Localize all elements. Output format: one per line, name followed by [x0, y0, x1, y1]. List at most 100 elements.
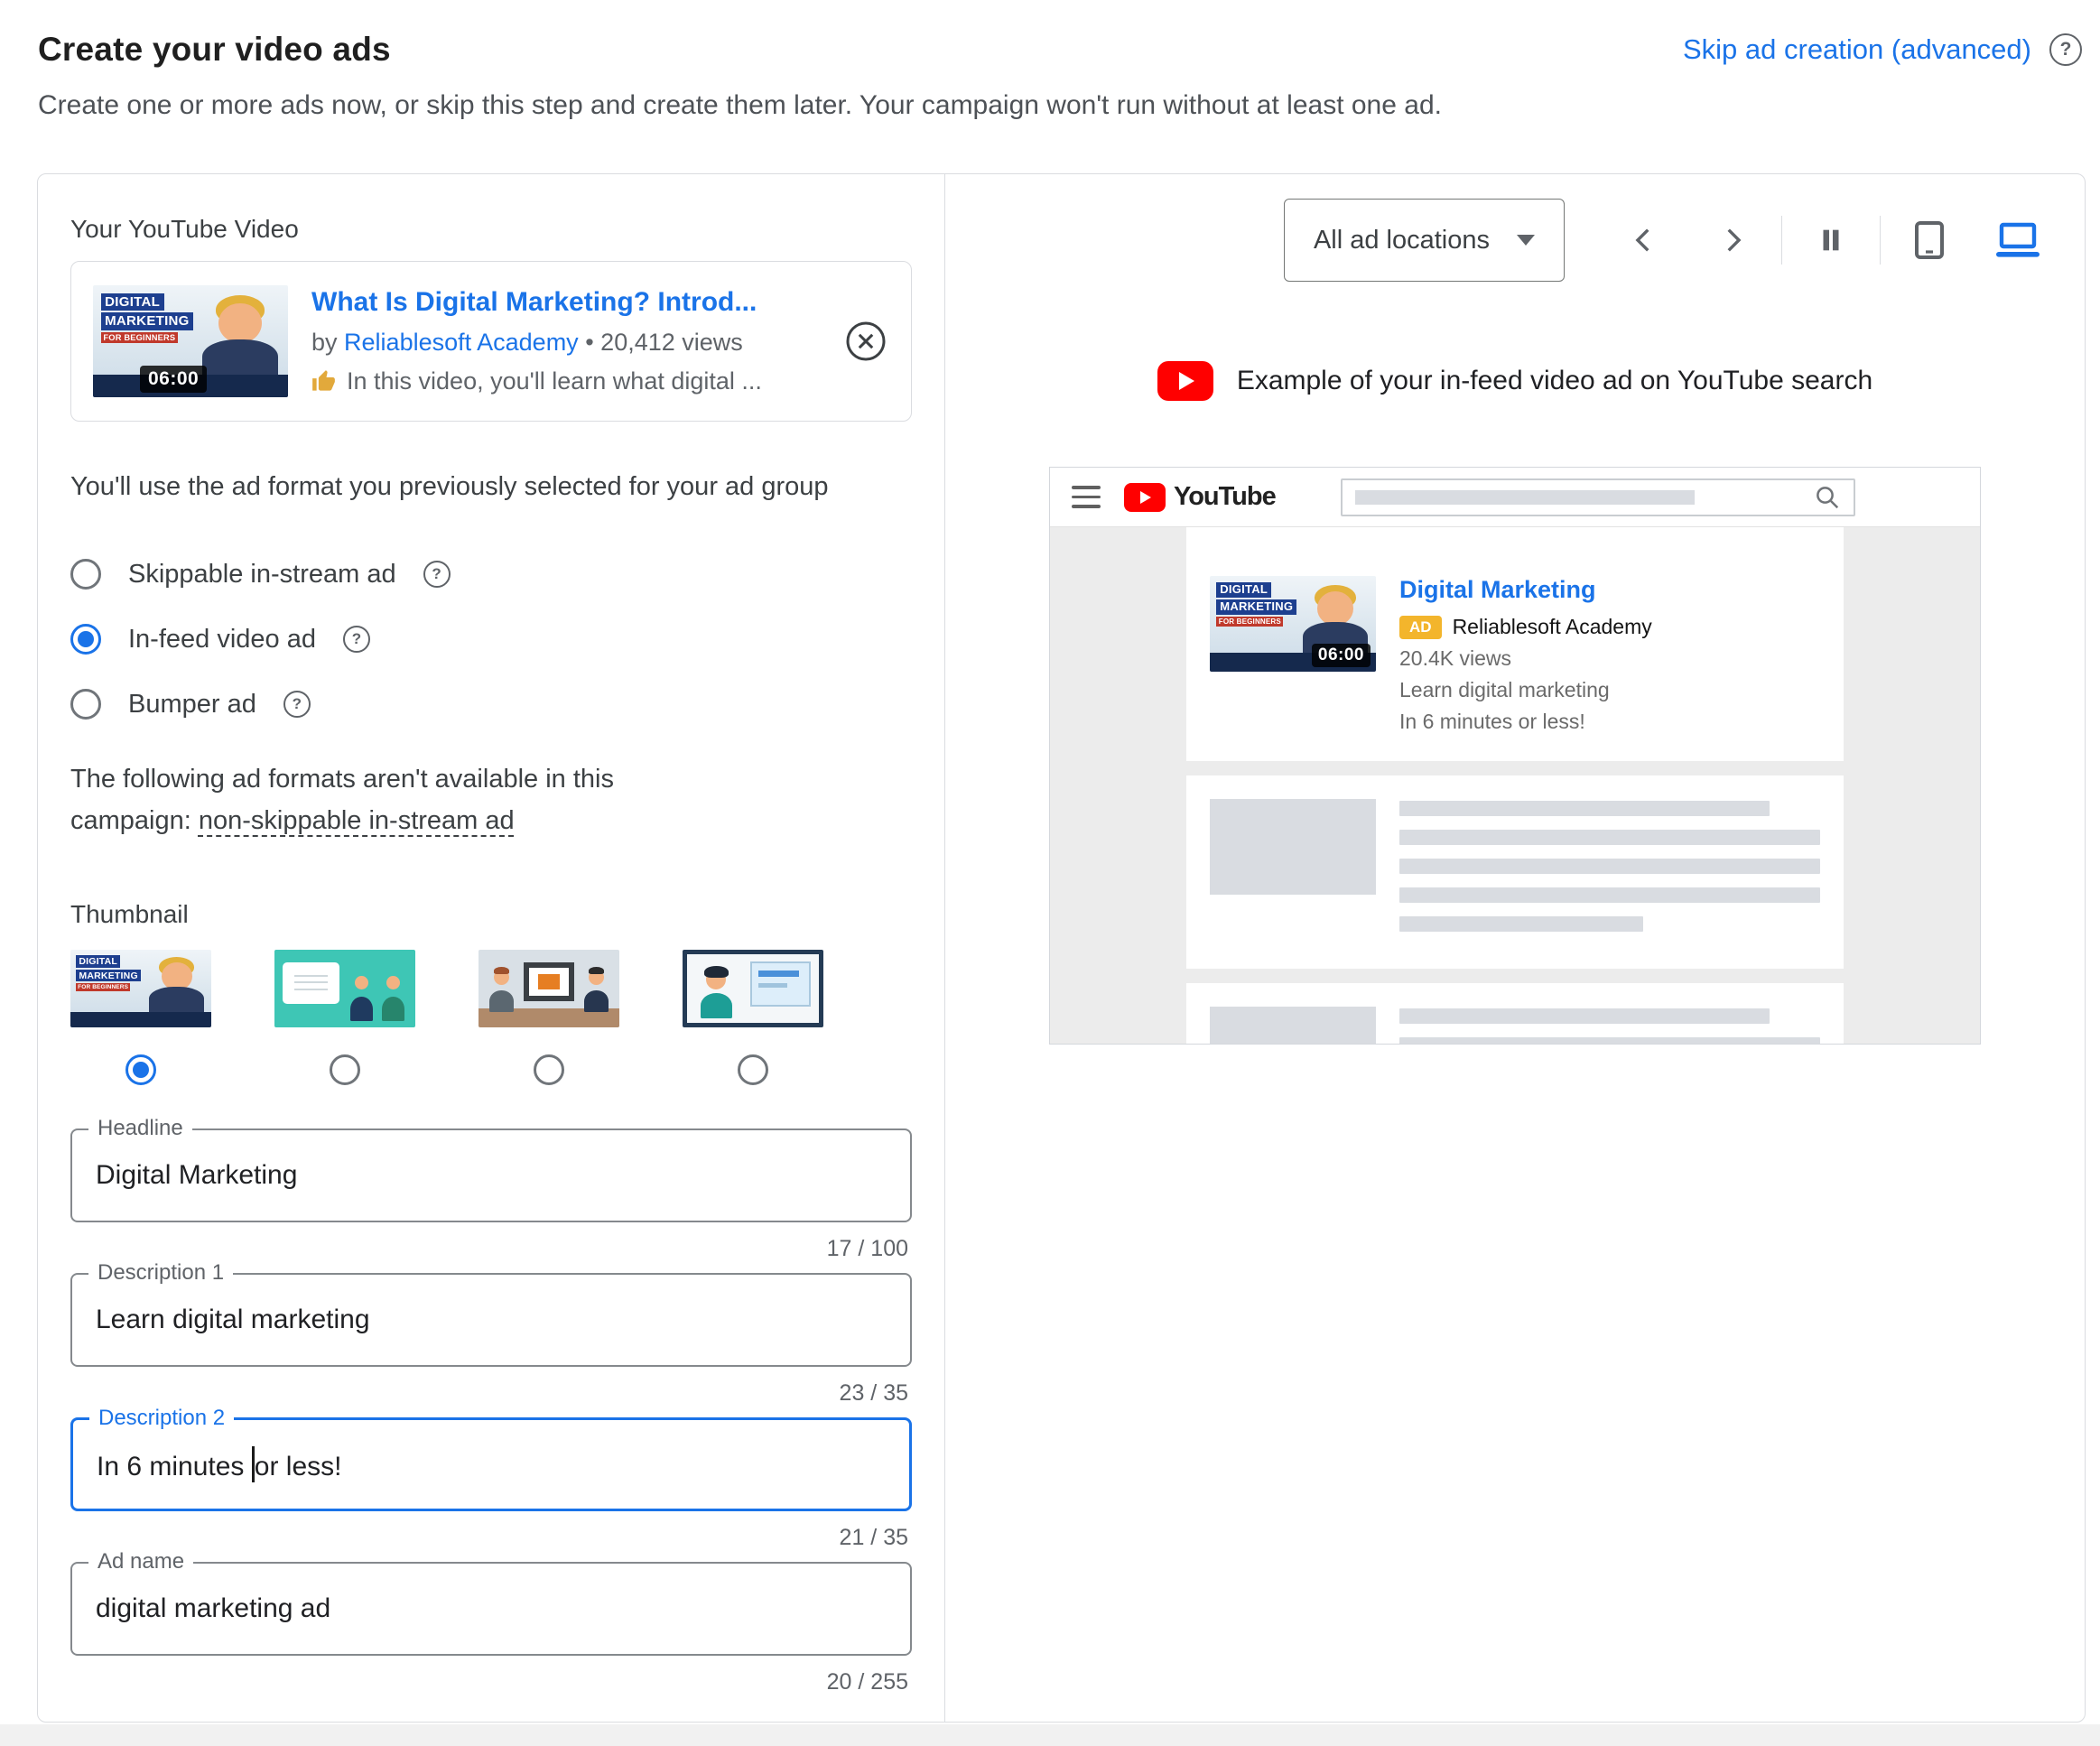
radio-label: In-feed video ad — [128, 625, 316, 655]
youtube-search-mockup: YouTube DIGITAL MARKETING — [1049, 467, 1981, 1045]
thumbnail-option-3[interactable] — [479, 950, 619, 1085]
radio-label: Bumper ad — [128, 690, 256, 720]
ad-preview-channel: Reliablesoft Academy — [1453, 615, 1652, 639]
thumb-text-line3: FOR BEGINNERS — [76, 983, 130, 991]
help-icon[interactable]: ? — [343, 626, 370, 653]
remove-video-button[interactable] — [842, 318, 889, 365]
unavailable-formats-note: The following ad formats aren't availabl… — [70, 758, 657, 841]
thumb-text-line1: DIGITAL — [1216, 582, 1271, 598]
preview-caption-text: Example of your in-feed video ad on YouT… — [1237, 366, 1872, 396]
thumbnail-image-team-presentation[interactable] — [274, 950, 415, 1027]
thumbnail-option-1[interactable]: DIGITAL MARKETING FOR BEGINNERS — [70, 950, 211, 1085]
video-duration-badge: 06:00 — [140, 366, 207, 393]
description-2-counter: 21 / 35 — [840, 1524, 908, 1551]
channel-link[interactable]: Reliablesoft Academy — [344, 329, 579, 356]
thumb-text-line2: MARKETING — [101, 312, 194, 330]
byline-separator: • — [585, 329, 593, 356]
thumbnail-option-2[interactable] — [274, 950, 415, 1085]
thumbnail-radio-3[interactable] — [534, 1054, 564, 1085]
thumb-text-line1: DIGITAL — [101, 293, 164, 311]
thumbnail-image-desk-computer[interactable] — [479, 950, 619, 1027]
thumbnail-radio-4[interactable] — [738, 1054, 768, 1085]
radio-option-in-feed-video[interactable]: In-feed video ad ? — [70, 607, 912, 672]
ad-form-panel: Your YouTube Video DIGITAL MARKETING FOR… — [38, 174, 945, 1722]
thumb-text-line3: FOR BEGINNERS — [101, 332, 178, 343]
ad-name-field[interactable]: Ad name digital marketing ad — [70, 1562, 912, 1656]
selected-video-card: DIGITAL MARKETING FOR BEGINNERS 06:00 Wh… — [70, 261, 912, 422]
value-before-caret: In 6 minutes — [97, 1452, 252, 1481]
placeholder-result-1 — [1186, 775, 1844, 969]
video-views: 20,412 views — [600, 329, 743, 356]
radio-option-skippable-instream[interactable]: Skippable in-stream ad ? — [70, 542, 912, 607]
ad-format-intro: You'll use the ad format you previously … — [70, 472, 912, 502]
description-1-field-label: Description 1 — [88, 1260, 233, 1286]
placeholder-text-lines — [1399, 799, 1820, 945]
search-placeholder-bar — [1355, 490, 1696, 505]
ad-text-fields: Headline Digital Marketing 17 / 100 Desc… — [70, 1128, 912, 1695]
thumbnail-label: Thumbnail — [70, 899, 912, 930]
page-header: Create your video ads Skip ad creation (… — [0, 0, 2100, 121]
ad-name-field-value: digital marketing ad — [96, 1593, 330, 1624]
video-description: In this video, you'll learn what digital… — [311, 367, 815, 395]
thumbnail-option-4[interactable] — [683, 950, 823, 1085]
non-skippable-instream-link[interactable]: non-skippable in-stream ad — [199, 806, 515, 835]
pause-icon — [1816, 225, 1846, 255]
chevron-down-icon — [1517, 235, 1535, 246]
ad-preview-views: 20.4K views — [1399, 646, 1820, 671]
youtube-play-icon — [1124, 483, 1166, 512]
radio-label: Skippable in-stream ad — [128, 560, 396, 590]
help-icon[interactable]: ? — [423, 561, 451, 588]
previous-preview-button[interactable] — [1604, 200, 1684, 280]
desktop-icon — [1993, 219, 2042, 261]
thumbnail-options: DIGITAL MARKETING FOR BEGINNERS — [70, 950, 912, 1085]
headline-field[interactable]: Headline Digital Marketing — [70, 1128, 912, 1222]
description-2-field[interactable]: Description 2 In 6 minutes or less! — [70, 1417, 912, 1511]
radio-button-selected[interactable] — [70, 624, 101, 655]
ad-creation-card: Your YouTube Video DIGITAL MARKETING FOR… — [37, 173, 2086, 1723]
value-after-caret: or less! — [255, 1452, 342, 1481]
ad-locations-dropdown[interactable]: All ad locations — [1284, 199, 1565, 282]
ad-preview-panel: All ad locations — [945, 174, 2085, 1722]
menu-icon — [1072, 486, 1101, 508]
ad-preview-meta: Digital Marketing AD Reliablesoft Academ… — [1399, 576, 1820, 734]
create-video-ads-page: Create your video ads Skip ad creation (… — [0, 0, 2100, 1746]
youtube-logo: YouTube — [1124, 482, 1276, 512]
preview-caption: Example of your in-feed video ad on YouT… — [967, 360, 2063, 402]
byline-prefix: by — [311, 329, 338, 356]
video-description-text: In this video, you'll learn what digital… — [347, 367, 762, 395]
page-title: Create your video ads — [38, 31, 391, 69]
mockup-body: DIGITAL MARKETING FOR BEGINNERS 06:00 Di… — [1050, 527, 1980, 1044]
toolbar-divider — [1880, 216, 1881, 265]
video-byline: by Reliablesoft Academy • 20,412 views — [311, 329, 815, 357]
radio-button-unselected[interactable] — [70, 689, 101, 720]
help-icon[interactable]: ? — [283, 691, 311, 718]
thumbnail-radio-2[interactable] — [330, 1054, 360, 1085]
pause-preview-button[interactable] — [1791, 200, 1871, 280]
ad-preview-channel-row: AD Reliablesoft Academy — [1399, 615, 1820, 639]
thumbnail-image-presenter-screen[interactable] — [683, 950, 823, 1027]
youtube-icon — [1157, 361, 1213, 401]
thumbnail-radio-1-selected[interactable] — [125, 1054, 156, 1085]
thumbs-up-icon — [311, 369, 336, 394]
help-icon[interactable]: ? — [2049, 33, 2082, 66]
page-bottom-strip — [0, 1724, 2100, 1746]
skip-ad-creation-link[interactable]: Skip ad creation (advanced) — [1683, 33, 2031, 66]
next-preview-button[interactable] — [1693, 200, 1772, 280]
toolbar-divider — [1781, 216, 1782, 265]
mobile-preview-button[interactable] — [1890, 200, 1969, 280]
video-title-link[interactable]: What Is Digital Marketing? Introd... — [311, 287, 815, 318]
desktop-preview-button[interactable] — [1978, 200, 2058, 280]
thumb-text-line2: MARKETING — [76, 970, 141, 982]
radio-button-unselected[interactable] — [70, 559, 101, 590]
description-2-field-value: In 6 minutes or less! — [97, 1446, 341, 1482]
description-1-field[interactable]: Description 1 Learn digital marketing — [70, 1273, 912, 1367]
mock-search-bar — [1341, 478, 1855, 516]
ad-preview-title: Digital Marketing — [1399, 576, 1820, 604]
radio-option-bumper[interactable]: Bumper ad ? — [70, 672, 912, 737]
mockup-results-column: DIGITAL MARKETING FOR BEGINNERS 06:00 Di… — [1186, 527, 1844, 1033]
ad-preview-thumbnail: DIGITAL MARKETING FOR BEGINNERS 06:00 — [1210, 576, 1376, 672]
ad-preview-description-1: Learn digital marketing — [1399, 678, 1820, 702]
headline-field-value: Digital Marketing — [96, 1160, 297, 1191]
preview-toolbar: All ad locations — [967, 198, 2063, 283]
thumbnail-image-digital-marketing[interactable]: DIGITAL MARKETING FOR BEGINNERS — [70, 950, 211, 1027]
